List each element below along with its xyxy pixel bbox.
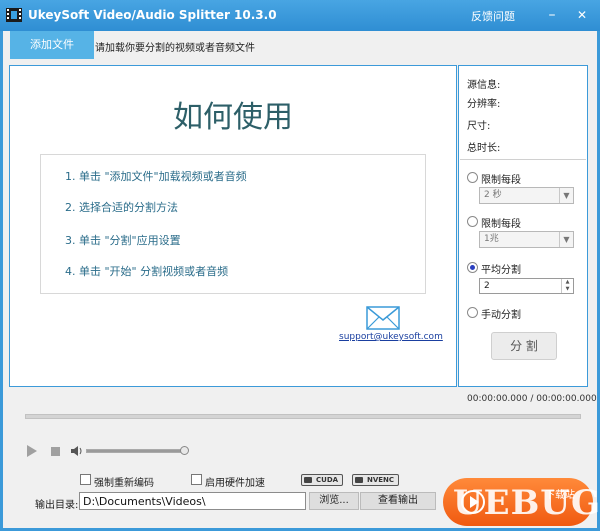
watermark-logo: UEBUG (453, 483, 600, 523)
stepper-down-icon[interactable]: ▼ (561, 286, 573, 293)
limit-time-select[interactable]: 2 秒 ▼ (479, 187, 574, 204)
source-info-label: 源信息: (467, 80, 501, 91)
minimize-button[interactable]: – (544, 7, 560, 23)
speaker-icon[interactable] (71, 445, 83, 457)
limit-size-label: 限制每段 (481, 219, 521, 230)
howto-title: 如何使用 (173, 100, 293, 135)
step-3: 3. 单击 "分割"应用设置 (65, 234, 181, 247)
stop-icon[interactable] (51, 447, 60, 456)
hw-accel-label: 启用硬件加速 (205, 478, 265, 489)
support-email-link[interactable]: support@ukeysoft.com (339, 332, 443, 342)
average-count-value: 2 (484, 281, 490, 291)
split-options-panel: 源信息: 分辨率: 尺寸: 总时长: 限制每段 2 秒 ▼ 限制每段 1兆 ▼ … (458, 65, 588, 387)
add-file-button[interactable]: 添加文件 (10, 31, 94, 59)
chevron-down-icon[interactable]: ▼ (559, 188, 573, 203)
output-path-field[interactable] (79, 492, 306, 510)
feedback-link[interactable]: 反馈问题 (471, 8, 515, 24)
hw-accel-checkbox[interactable] (191, 474, 202, 485)
force-reencode-label: 强制重新编码 (94, 478, 154, 489)
close-button[interactable]: ✕ (574, 7, 590, 23)
load-hint: 请加载你要分割的视频或者音频文件 (95, 43, 255, 54)
manual-split-radio[interactable] (467, 307, 478, 318)
client-area: 添加文件 请加载你要分割的视频或者音频文件 如何使用 1. 单击 "添加文件"加… (3, 31, 600, 528)
stepper-up-icon[interactable]: ▲ (561, 279, 573, 286)
volume-slider[interactable] (86, 446, 190, 455)
step-1: 1. 单击 "添加文件"加载视频或者音频 (65, 170, 247, 183)
seek-bar[interactable] (25, 414, 581, 419)
preview-panel: 如何使用 1. 单击 "添加文件"加载视频或者音频 2. 选择合适的分割方法 3… (9, 65, 457, 387)
manual-split-label: 手动分割 (481, 310, 521, 321)
limit-size-select[interactable]: 1兆 ▼ (479, 231, 574, 248)
steps-box: 1. 单击 "添加文件"加载视频或者音频 2. 选择合适的分割方法 3. 单击 … (40, 154, 426, 294)
watermark-sub: 下载站 (545, 490, 575, 501)
step-2: 2. 选择合适的分割方法 (65, 201, 178, 214)
volume-fill (87, 450, 185, 452)
time-readout: 00:00:00.000 / 00:00:00.000 (467, 394, 597, 404)
browse-button[interactable]: 浏览... (309, 492, 359, 510)
step-4: 4. 单击 "开始" 分割视频或者音频 (65, 265, 229, 278)
split-button[interactable]: 分 割 (491, 332, 557, 360)
average-count-stepper[interactable]: 2 ▲ ▼ (479, 278, 574, 294)
film-icon (6, 8, 22, 22)
limit-time-radio[interactable] (467, 172, 478, 183)
title-bar: UkeySoft Video/Audio Splitter 10.3.0 反馈问… (0, 0, 600, 31)
limit-time-label: 限制每段 (481, 175, 521, 186)
limit-time-value: 2 秒 (484, 190, 502, 200)
limit-size-value: 1兆 (484, 234, 499, 244)
window-title: UkeySoft Video/Audio Splitter 10.3.0 (28, 8, 277, 22)
chevron-down-icon[interactable]: ▼ (559, 232, 573, 247)
average-split-radio[interactable] (467, 262, 478, 273)
divider (460, 159, 586, 160)
size-label: 尺寸: (467, 121, 491, 132)
limit-size-radio[interactable] (467, 216, 478, 227)
output-dir-label: 输出目录: (35, 500, 79, 511)
nvenc-badge: NVENC (352, 474, 400, 486)
play-icon[interactable] (27, 445, 37, 457)
average-split-label: 平均分割 (481, 265, 521, 276)
view-output-button[interactable]: 查看输出 (360, 492, 436, 510)
cuda-badge: CUDA (301, 474, 344, 486)
volume-handle[interactable] (180, 446, 190, 455)
envelope-icon[interactable] (366, 306, 400, 330)
duration-label: 总时长: (467, 143, 501, 154)
force-reencode-checkbox[interactable] (80, 474, 91, 485)
resolution-label: 分辨率: (467, 99, 501, 110)
